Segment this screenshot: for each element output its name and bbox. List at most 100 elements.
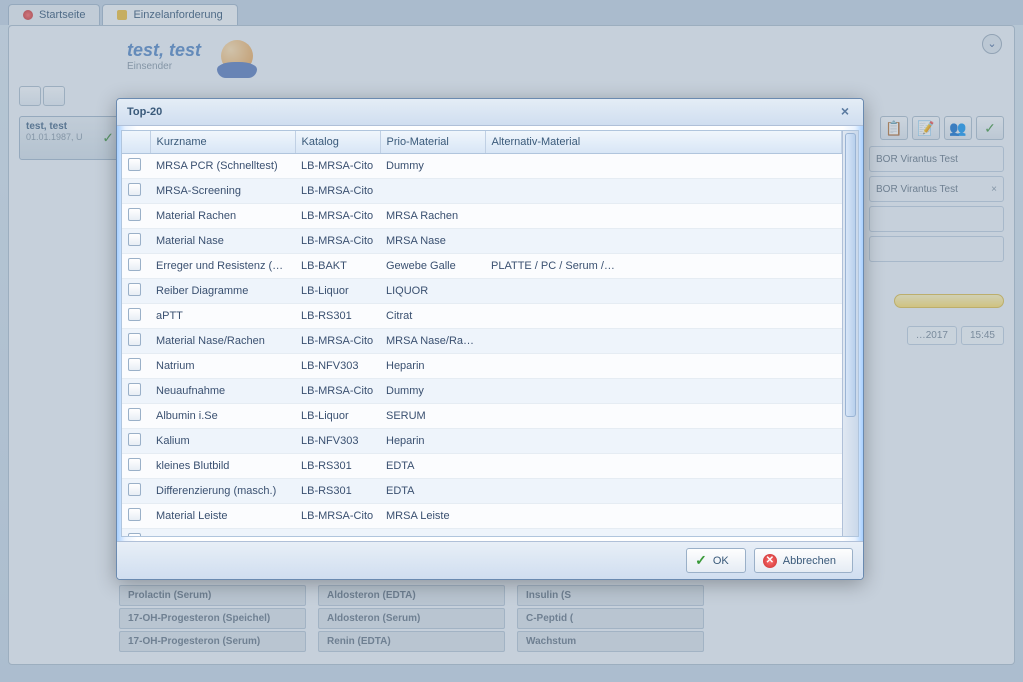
row-checkbox[interactable] [128, 333, 141, 346]
cell-name: Material Leiste [150, 504, 295, 529]
cell-alt [485, 304, 842, 329]
table-row[interactable]: KaliumLB-NFV303Heparin [122, 429, 842, 454]
scrollbar[interactable] [842, 131, 858, 536]
scrollbar-thumb[interactable] [845, 133, 856, 417]
cell-prio: EDTA [380, 454, 485, 479]
row-checkbox[interactable] [128, 483, 141, 496]
row-checkbox[interactable] [128, 458, 141, 471]
row-checkbox[interactable] [128, 533, 141, 536]
ok-icon: ✓ [695, 552, 707, 569]
col-alt[interactable]: Alternativ-Material [485, 131, 842, 154]
cell-name: Material Nase [150, 229, 295, 254]
cell-katalog: LB-RS301 [295, 304, 380, 329]
table-row[interactable]: MRSA PCR (Schnelltest)LB-MRSA-CitoDummy [122, 154, 842, 179]
row-checkbox[interactable] [128, 208, 141, 221]
cell-prio: EDTA [380, 479, 485, 504]
modal-body: Kurzname Katalog Prio-Material Alternati… [117, 126, 863, 541]
table-row[interactable]: Differenzierung (masch.)LB-RS301EDTA [122, 479, 842, 504]
cell-name: Erreger und Resistenz (E+R) [150, 254, 295, 279]
col-kurzname[interactable]: Kurzname [150, 131, 295, 154]
cell-prio: Dummy [380, 154, 485, 179]
cell-name: Material Perineum [150, 529, 295, 537]
row-checkbox[interactable] [128, 358, 141, 371]
cell-katalog: LB-MRSA-Cito [295, 529, 380, 537]
cell-name: kleines Blutbild [150, 454, 295, 479]
cell-katalog: LB-MRSA-Cito [295, 179, 380, 204]
cancel-button[interactable]: ✕ Abbrechen [754, 548, 853, 573]
cell-name: MRSA PCR (Schnelltest) [150, 154, 295, 179]
cell-name: Kalium [150, 429, 295, 454]
table-row[interactable]: Material LeisteLB-MRSA-CitoMRSA Leiste [122, 504, 842, 529]
table-row[interactable]: Albumin i.SeLB-LiquorSERUM [122, 404, 842, 429]
col-check[interactable] [122, 131, 150, 154]
top20-table: Kurzname Katalog Prio-Material Alternati… [122, 131, 842, 536]
cell-prio: MRSA Perineum [380, 529, 485, 537]
table-row[interactable]: Material Nase/RachenLB-MRSA-CitoMRSA Nas… [122, 329, 842, 354]
cell-name: Differenzierung (masch.) [150, 479, 295, 504]
cell-prio: MRSA Nase [380, 229, 485, 254]
cell-katalog: LB-MRSA-Cito [295, 204, 380, 229]
cell-katalog: LB-MRSA-Cito [295, 379, 380, 404]
cell-alt [485, 404, 842, 429]
row-checkbox[interactable] [128, 158, 141, 171]
cell-katalog: LB-RS301 [295, 479, 380, 504]
row-checkbox[interactable] [128, 183, 141, 196]
cell-alt [485, 354, 842, 379]
cell-alt [485, 154, 842, 179]
close-icon[interactable]: × [837, 104, 853, 120]
col-prio[interactable]: Prio-Material [380, 131, 485, 154]
table-row[interactable]: Material RachenLB-MRSA-CitoMRSA Rachen [122, 204, 842, 229]
cell-alt [485, 429, 842, 454]
row-checkbox[interactable] [128, 433, 141, 446]
table-row[interactable]: NeuaufnahmeLB-MRSA-CitoDummy [122, 379, 842, 404]
table-row[interactable]: aPTTLB-RS301Citrat [122, 304, 842, 329]
cell-prio: Citrat [380, 304, 485, 329]
table-row[interactable]: MRSA-ScreeningLB-MRSA-Cito [122, 179, 842, 204]
table-row[interactable]: Material PerineumLB-MRSA-CitoMRSA Perine… [122, 529, 842, 537]
cell-alt [485, 179, 842, 204]
cancel-icon: ✕ [763, 554, 777, 568]
cell-alt [485, 454, 842, 479]
cell-prio: MRSA Rachen [380, 204, 485, 229]
grid-wrap: Kurzname Katalog Prio-Material Alternati… [121, 130, 859, 537]
cell-katalog: LB-MRSA-Cito [295, 329, 380, 354]
table-row[interactable]: Reiber DiagrammeLB-LiquorLIQUOR [122, 279, 842, 304]
cell-alt [485, 379, 842, 404]
cell-katalog: LB-MRSA-Cito [295, 229, 380, 254]
ok-label: OK [713, 555, 729, 567]
table-row[interactable]: Material NaseLB-MRSA-CitoMRSA Nase [122, 229, 842, 254]
cell-name: aPTT [150, 304, 295, 329]
cell-alt [485, 279, 842, 304]
cell-prio: Dummy [380, 379, 485, 404]
cell-name: Material Rachen [150, 204, 295, 229]
cell-alt [485, 504, 842, 529]
cell-prio [380, 179, 485, 204]
cell-alt [485, 479, 842, 504]
table-row[interactable]: NatriumLB-NFV303Heparin [122, 354, 842, 379]
cell-katalog: LB-NFV303 [295, 429, 380, 454]
cell-katalog: LB-BAKT [295, 254, 380, 279]
col-katalog[interactable]: Katalog [295, 131, 380, 154]
cell-prio: MRSA Leiste [380, 504, 485, 529]
cell-alt [485, 229, 842, 254]
modal-header: Top-20 × [117, 99, 863, 126]
cell-alt [485, 204, 842, 229]
cell-alt [485, 529, 842, 537]
row-checkbox[interactable] [128, 283, 141, 296]
row-checkbox[interactable] [128, 258, 141, 271]
modal-title: Top-20 [127, 106, 162, 118]
table-row[interactable]: Erreger und Resistenz (E+R)LB-BAKTGewebe… [122, 254, 842, 279]
row-checkbox[interactable] [128, 233, 141, 246]
cell-name: Neuaufnahme [150, 379, 295, 404]
row-checkbox[interactable] [128, 383, 141, 396]
cell-prio: Gewebe Galle [380, 254, 485, 279]
table-row[interactable]: kleines BlutbildLB-RS301EDTA [122, 454, 842, 479]
row-checkbox[interactable] [128, 308, 141, 321]
cancel-label: Abbrechen [783, 555, 836, 567]
cell-katalog: LB-NFV303 [295, 354, 380, 379]
ok-button[interactable]: ✓ OK [686, 548, 746, 573]
cell-katalog: LB-RS301 [295, 454, 380, 479]
row-checkbox[interactable] [128, 408, 141, 421]
row-checkbox[interactable] [128, 508, 141, 521]
grid-scroll[interactable]: Kurzname Katalog Prio-Material Alternati… [122, 131, 842, 536]
